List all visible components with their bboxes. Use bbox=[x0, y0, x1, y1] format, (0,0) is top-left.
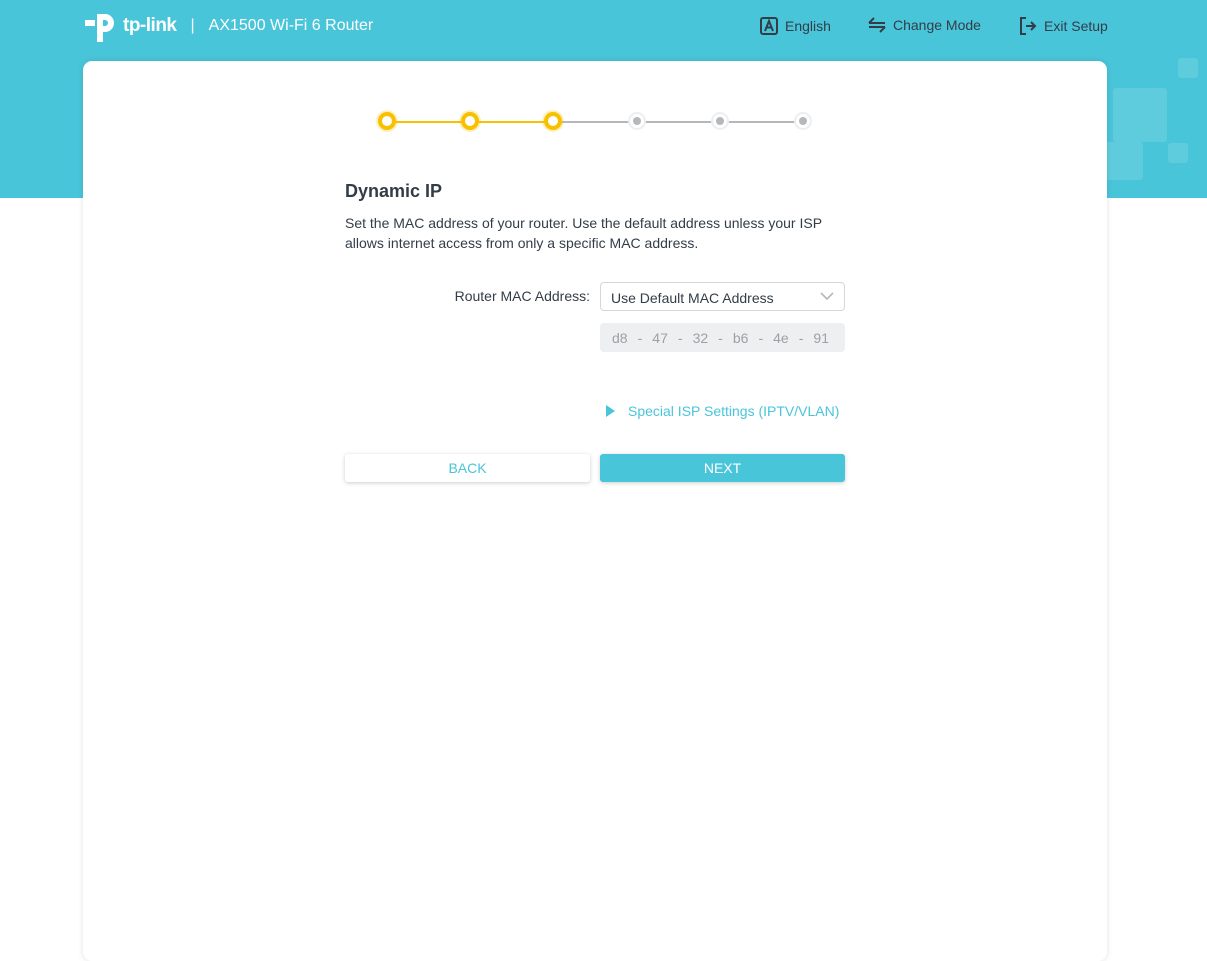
tp-link-logo: tp-link | AX1500 Wi-Fi 6 Router bbox=[83, 8, 373, 44]
step-connector bbox=[553, 121, 637, 123]
separator: | bbox=[190, 17, 195, 34]
mac-separator: - bbox=[798, 329, 804, 346]
mac-octet: b6 bbox=[732, 329, 749, 346]
mac-separator: - bbox=[637, 329, 643, 346]
special-isp-settings-link[interactable]: Special ISP Settings (IPTV/VLAN) bbox=[606, 403, 839, 419]
model-name: AX1500 Wi-Fi 6 Router bbox=[208, 17, 374, 34]
language-button[interactable]: English bbox=[760, 17, 831, 35]
swap-icon bbox=[868, 17, 886, 33]
chevron-down-icon bbox=[820, 292, 834, 301]
step-4 bbox=[628, 112, 646, 130]
mac-address-select[interactable]: Use Default MAC Address bbox=[600, 282, 845, 311]
mac-octet: 91 bbox=[813, 329, 829, 346]
step-1 bbox=[378, 112, 396, 130]
setup-card bbox=[83, 61, 1107, 961]
step-2 bbox=[461, 112, 479, 130]
change-mode-button[interactable]: Change Mode bbox=[868, 17, 981, 33]
mac-octet: 32 bbox=[692, 329, 709, 346]
step-connector bbox=[637, 121, 720, 123]
language-label: English bbox=[785, 18, 831, 34]
expand-triangle-icon bbox=[606, 405, 615, 417]
step-connector bbox=[720, 121, 803, 123]
special-isp-label: Special ISP Settings (IPTV/VLAN) bbox=[628, 403, 840, 419]
change-mode-label: Change Mode bbox=[893, 17, 981, 33]
back-button[interactable]: BACK bbox=[345, 454, 590, 482]
mac-octet: d8 bbox=[612, 329, 628, 346]
mac-separator: - bbox=[718, 329, 723, 346]
step-connector bbox=[470, 121, 553, 123]
step-connector bbox=[387, 121, 470, 123]
mac-address-label: Router MAC Address: bbox=[454, 288, 590, 304]
language-icon bbox=[760, 17, 778, 35]
tp-link-logo-icon bbox=[85, 14, 114, 42]
brand-name: tp-link bbox=[123, 15, 177, 36]
next-button[interactable]: NEXT bbox=[600, 454, 845, 482]
mac-separator: - bbox=[758, 329, 764, 346]
exit-icon bbox=[1020, 17, 1037, 35]
mac-separator: - bbox=[677, 329, 683, 346]
exit-setup-button[interactable]: Exit Setup bbox=[1019, 17, 1108, 35]
page-title: Dynamic IP bbox=[345, 181, 443, 201]
exit-setup-label: Exit Setup bbox=[1044, 18, 1108, 34]
step-6 bbox=[794, 112, 812, 130]
mac-address-field: d8-47-32- b6-4e -91 bbox=[600, 323, 845, 352]
page-description: Set the MAC address of your router. Use … bbox=[345, 215, 822, 251]
mac-select-value: Use Default MAC Address bbox=[611, 290, 774, 306]
mac-octet: 4e bbox=[773, 329, 789, 346]
step-3 bbox=[544, 112, 562, 130]
mac-octet: 47 bbox=[652, 329, 668, 346]
step-5 bbox=[711, 112, 729, 130]
